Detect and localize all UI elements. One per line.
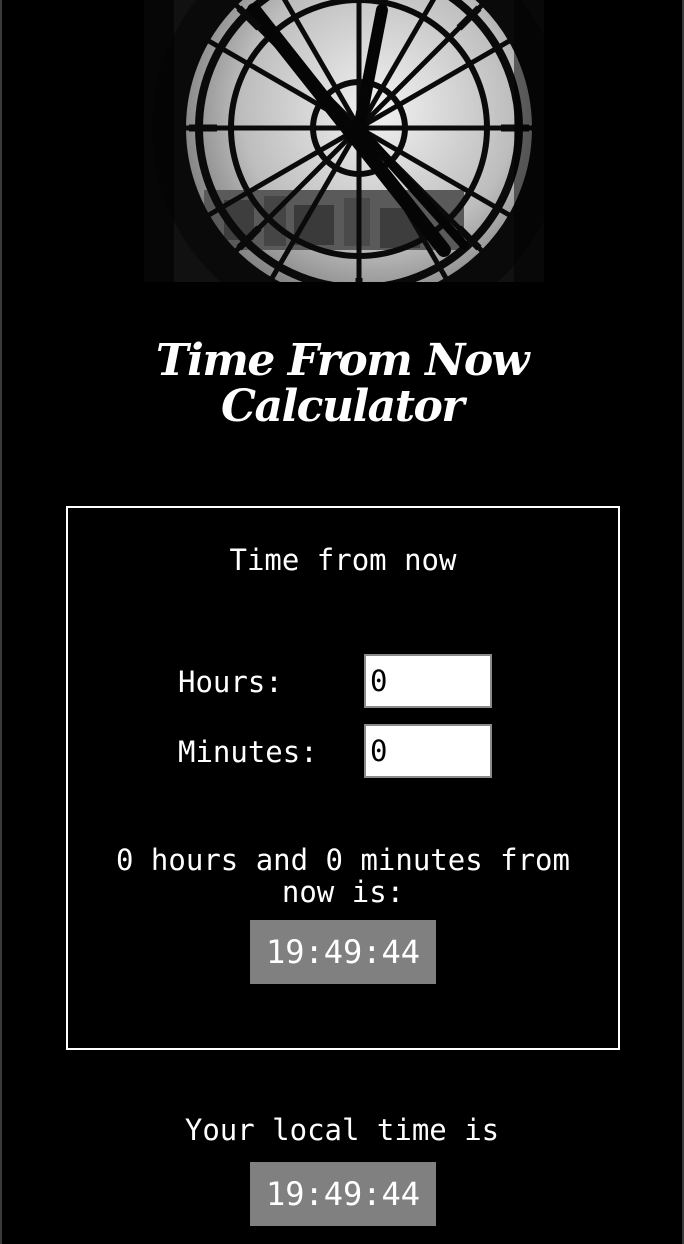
clock-illustration xyxy=(144,0,544,282)
hours-label: Hours: xyxy=(178,665,283,699)
calculator-panel: Time from now Hours: Minutes: 0 hours an… xyxy=(66,506,620,1050)
clock-hero-image xyxy=(144,0,544,282)
page-title-line1: Time From Now xyxy=(155,335,530,386)
page-title: Time From Now Calculator xyxy=(2,338,682,430)
local-time-label: Your local time is xyxy=(184,1113,500,1147)
result-description: 0 hours and 0 minutes from now is: xyxy=(68,844,618,908)
page-title-line2: Calculator xyxy=(220,381,465,432)
minutes-label: Minutes: xyxy=(178,735,318,769)
result-description-line2: now is: xyxy=(281,875,405,909)
result-time: 19:49:44 xyxy=(250,920,436,984)
result-description-line1: 0 hours and 0 minutes from xyxy=(116,843,570,877)
local-time: 19:49:44 xyxy=(250,1162,436,1226)
calculator-heading: Time from now xyxy=(229,543,457,577)
hours-input[interactable] xyxy=(364,654,492,708)
minutes-input[interactable] xyxy=(364,724,492,778)
